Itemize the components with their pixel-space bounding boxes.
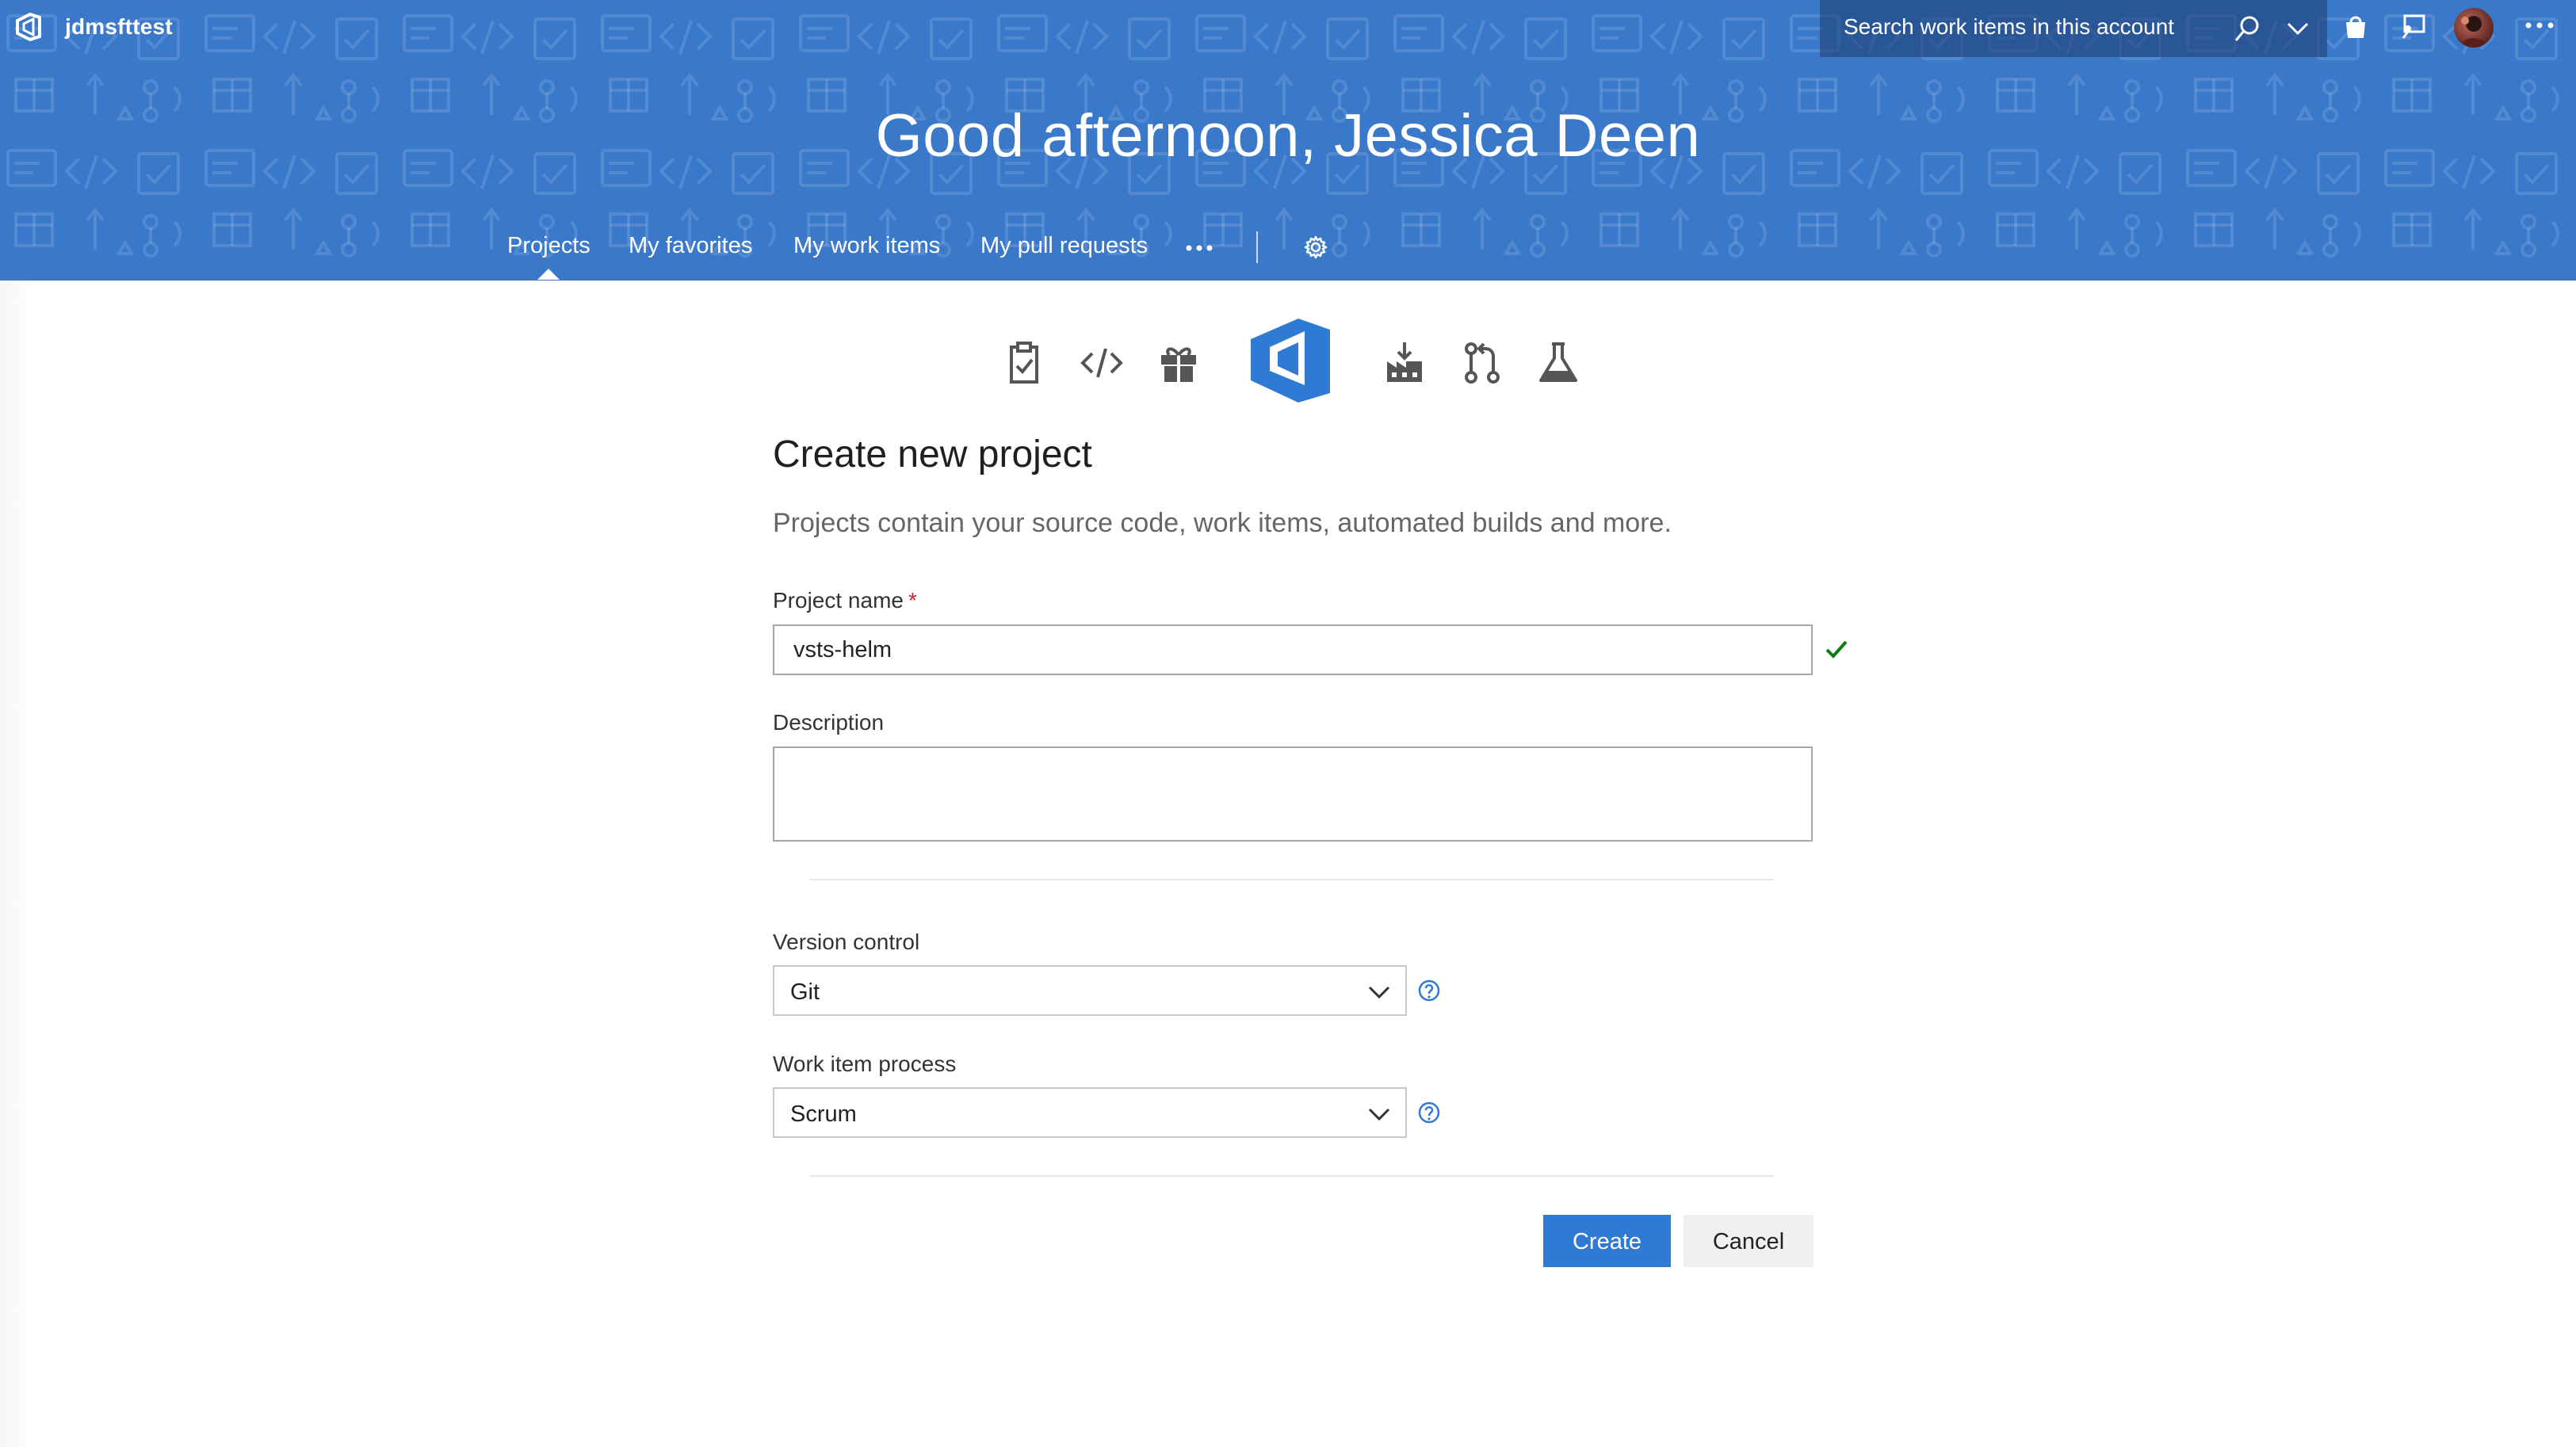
chevron-down-icon[interactable]	[2286, 19, 2310, 38]
account-name: jdmsfttest	[65, 14, 173, 39]
work-item-process-value: Scrum	[790, 1101, 857, 1127]
section-divider	[810, 1175, 1774, 1177]
work-item-process-label: Work item process	[773, 1052, 957, 1076]
work-clipboard-icon	[1010, 342, 1038, 384]
chevron-down-icon	[1368, 986, 1390, 999]
chevron-down-icon	[1368, 1108, 1390, 1121]
avatar[interactable]	[2454, 8, 2494, 48]
help-icon[interactable]	[1418, 1101, 1440, 1124]
code-icon	[1080, 348, 1123, 378]
page-edge-shadow	[0, 281, 32, 1447]
cancel-button[interactable]: Cancel	[1684, 1215, 1814, 1267]
more-icon[interactable]	[2524, 17, 2555, 33]
build-factory-icon	[1387, 342, 1422, 382]
marketplace-bag-icon[interactable]	[2340, 11, 2372, 43]
gear-icon[interactable]	[1303, 235, 1328, 260]
project-name-label: Project name *	[773, 588, 917, 613]
required-marker: *	[908, 588, 917, 613]
tab-projects[interactable]: Projects	[507, 233, 590, 280]
section-divider	[810, 879, 1774, 880]
work-item-process-select[interactable]: Scrum	[773, 1087, 1407, 1138]
feedback-icon[interactable]	[2397, 11, 2429, 43]
vsts-logo-icon	[16, 12, 41, 42]
create-button[interactable]: Create	[1543, 1215, 1671, 1267]
description-field[interactable]	[773, 746, 1813, 842]
search-box[interactable]: Search work items in this account	[1820, 0, 2327, 57]
valid-check-icon	[1825, 640, 1848, 659]
help-icon[interactable]	[1418, 979, 1440, 1002]
version-control-value: Git	[790, 979, 820, 1005]
avatar-image	[2460, 16, 2487, 48]
more-icon[interactable]	[1186, 244, 1213, 252]
description-label: Description	[773, 710, 885, 735]
hub-nav: Projects My favorites My work items My p…	[0, 231, 2576, 281]
search-icon[interactable]	[2234, 14, 2261, 43]
vsts-big-logo	[1251, 319, 1330, 403]
greeting-title: Good afternoon, Jessica Deen	[875, 102, 1701, 170]
project-name-label-text: Project name	[773, 588, 904, 613]
tab-my-pull-requests[interactable]: My pull requests	[980, 233, 1148, 259]
tab-my-favorites[interactable]: My favorites	[629, 233, 752, 259]
page-subtitle: Projects contain your source code, work …	[773, 508, 1672, 538]
nav-divider	[1256, 231, 1258, 263]
project-name-input[interactable]	[773, 624, 1813, 675]
test-flask-icon	[1539, 342, 1577, 382]
version-control-select[interactable]: Git	[773, 965, 1407, 1016]
page-title: Create new project	[773, 433, 1092, 475]
header-banner: jdmsfttest Search work items in this acc…	[0, 0, 2576, 281]
account-switcher[interactable]: jdmsfttest	[13, 11, 173, 43]
release-gift-icon	[1161, 347, 1196, 382]
tab-my-work-items[interactable]: My work items	[793, 233, 940, 259]
version-control-label: Version control	[773, 930, 920, 954]
pull-request-icon	[1465, 342, 1500, 384]
search-input[interactable]: Search work items in this account	[1844, 14, 2174, 40]
